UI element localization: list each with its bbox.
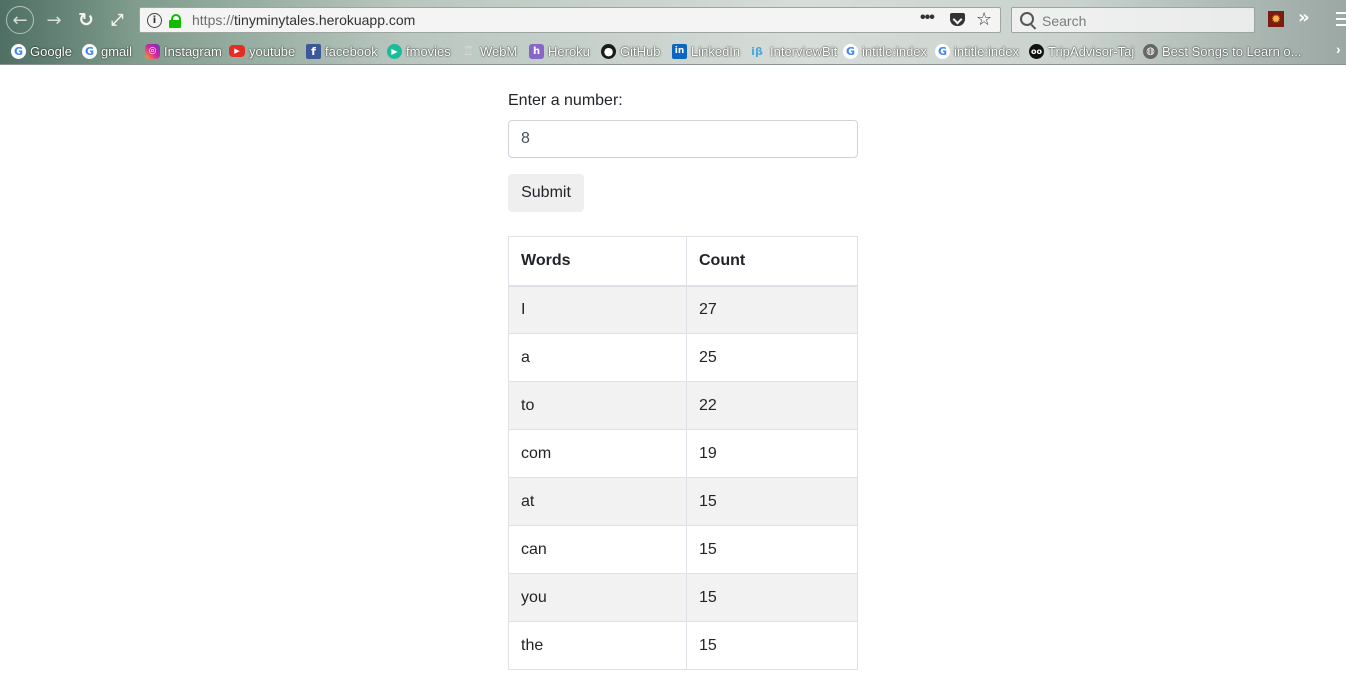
google-icon: G: [935, 43, 950, 59]
bookmark-label: Instagram: [164, 43, 222, 59]
count-column-header: Count: [686, 236, 858, 287]
bookmark-label: Google: [30, 43, 72, 59]
overflow-chevron-icon[interactable]: »: [1298, 7, 1310, 28]
table-header-row: Words Count: [508, 236, 858, 287]
bookmark-best-songs[interactable]: ◍ Best Songs to Learn o...: [1143, 41, 1301, 61]
fmovies-icon: ▶: [387, 43, 402, 59]
table-row: to 22: [508, 381, 858, 430]
word-count-table: Words Count I 27 a 25 to 22 com 19 at 15 can 1…: [508, 236, 858, 670]
bookmark-label: TripAdvisor-Taj: [1048, 43, 1135, 59]
table-row: a 25: [508, 333, 858, 382]
page-actions-icon[interactable]: •••: [920, 9, 935, 27]
facebook-icon: f: [306, 43, 321, 59]
words-column-header: Words: [508, 236, 687, 287]
number-input[interactable]: [508, 120, 858, 158]
youtube-icon: ▶: [229, 45, 245, 57]
url-host: tinyminytales.herokuapp.com: [234, 12, 416, 28]
count-cell: 15: [686, 525, 858, 574]
lock-icon[interactable]: [169, 14, 181, 28]
word-cell: you: [508, 573, 687, 622]
bookmark-label: youtube: [249, 43, 296, 59]
browser-toolbar: ← → ↻ ⤢ i https://tinyminytales.herokuap…: [0, 0, 1346, 38]
bookmarks-toolbar: G Google Ggmail ◎ Instagram ▶ youtube f face…: [0, 39, 1346, 63]
bookmark-label: intitle:index: [862, 43, 928, 59]
extension-icon[interactable]: ✹: [1268, 11, 1284, 27]
globe-icon: ◍: [1143, 43, 1158, 59]
bookmark-linkedin[interactable]: in LinkedIn: [672, 41, 740, 61]
heroku-icon: h: [529, 43, 544, 59]
count-cell: 27: [686, 285, 858, 334]
word-cell: the: [508, 621, 687, 670]
word-cell: can: [508, 525, 687, 574]
tripadvisor-icon: oo: [1029, 43, 1044, 59]
bookmark-tripadvisor[interactable]: oo TripAdvisor-Taj: [1029, 41, 1134, 61]
word-cell: I: [508, 285, 687, 334]
table-row: the 15: [508, 621, 858, 670]
google-icon: G: [843, 43, 858, 59]
bookmark-label: Heroku: [548, 43, 590, 59]
table-row: you 15: [508, 573, 858, 622]
count-cell: 15: [686, 621, 858, 670]
fullscreen-icon[interactable]: ⤢: [103, 6, 131, 34]
count-cell: 15: [686, 477, 858, 526]
word-cell: to: [508, 381, 687, 430]
bookmark-gmail[interactable]: Ggmail: [82, 41, 132, 61]
word-cell: at: [508, 477, 687, 526]
bookmarks-overflow-chevron-icon[interactable]: ›: [1336, 41, 1341, 57]
bookmark-label: intitle:index: [954, 43, 1020, 59]
bookmark-label: facebook: [325, 43, 378, 59]
search-bar[interactable]: Search: [1011, 7, 1255, 33]
bookmark-label: fmovies: [406, 43, 451, 59]
forward-icon[interactable]: →: [40, 6, 68, 34]
search-icon: [1020, 12, 1034, 26]
hamburger-menu-icon[interactable]: [1336, 12, 1346, 26]
count-cell: 25: [686, 333, 858, 382]
bookmark-github[interactable]: ● GitHub: [601, 41, 660, 61]
bookmark-label: GitHub: [620, 43, 661, 59]
interviewbit-icon: iβ: [751, 44, 763, 58]
browser-chrome: ← → ↻ ⤢ i https://tinyminytales.herokuap…: [0, 0, 1346, 65]
bookmark-label: LinkedIn: [691, 43, 741, 59]
info-icon[interactable]: i: [147, 13, 162, 28]
bookmark-interviewbit[interactable]: iβ InterviewBit: [748, 41, 837, 61]
webm-icon: ♖: [463, 44, 474, 58]
instagram-icon: ◎: [145, 43, 160, 59]
linkedin-icon: in: [672, 43, 687, 59]
pocket-icon[interactable]: [950, 13, 965, 26]
bookmark-facebook[interactable]: f facebook: [306, 41, 378, 61]
word-cell: com: [508, 429, 687, 478]
count-cell: 15: [686, 573, 858, 622]
bookmark-google[interactable]: G Google: [11, 41, 72, 61]
bookmark-star-icon[interactable]: ☆: [976, 9, 992, 30]
bookmark-instagram[interactable]: ◎ Instagram: [145, 41, 222, 61]
bookmark-webm[interactable]: ♖ WebM: [461, 41, 517, 61]
google-icon: G: [11, 43, 26, 59]
search-placeholder: Search: [1042, 13, 1087, 29]
count-cell: 19: [686, 429, 858, 478]
github-icon: ●: [601, 43, 616, 59]
number-label: Enter a number:: [508, 92, 623, 109]
google-icon: G: [82, 43, 97, 59]
submit-button[interactable]: Submit: [508, 174, 584, 212]
bookmark-label: WebM: [480, 43, 518, 59]
url-bar[interactable]: i https://tinyminytales.herokuapp.com ••…: [139, 7, 1001, 33]
back-icon[interactable]: ←: [6, 6, 34, 34]
reload-icon[interactable]: ↻: [72, 6, 100, 34]
bookmark-label: gmail: [101, 43, 133, 59]
bookmark-youtube[interactable]: ▶ youtube: [229, 41, 295, 61]
table-row: com 19: [508, 429, 858, 478]
bookmark-intitle-index-1[interactable]: Gintitle:index: [843, 41, 927, 61]
count-cell: 22: [686, 381, 858, 430]
table-row: can 15: [508, 525, 858, 574]
table-row: I 27: [508, 285, 858, 334]
bookmark-fmovies[interactable]: ▶ fmovies: [387, 41, 451, 61]
bookmark-intitle-index-2[interactable]: Gintitle:index: [935, 41, 1019, 61]
table-row: at 15: [508, 477, 858, 526]
url-protocol: https://: [192, 12, 235, 28]
bookmark-label: Best Songs to Learn o...: [1162, 43, 1302, 59]
url-text[interactable]: https://tinyminytales.herokuapp.com: [192, 12, 415, 28]
word-cell: a: [508, 333, 687, 382]
bookmark-heroku[interactable]: h Heroku: [529, 41, 590, 61]
bookmark-label: InterviewBit: [770, 43, 838, 59]
